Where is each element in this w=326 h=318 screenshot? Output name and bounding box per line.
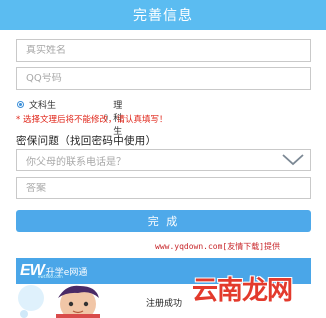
name-field[interactable] (16, 39, 311, 62)
radio-label: 文科生 (29, 100, 57, 111)
brand-watermark: 云南龙网 (192, 276, 293, 306)
selected-question: 你父母的联系电话是？ (26, 156, 126, 168)
registration-success: 注册成功 (146, 299, 183, 309)
watermark-url: www.yqdown.com[友情下载]提供 (155, 242, 281, 251)
page: 完善信息 文科生 理科生 * 选择文理后将不能修改，请认真填写！ 密保问题（找回… (0, 0, 326, 318)
qq-field[interactable] (16, 67, 311, 90)
logo-subtext: ewt360.com (38, 274, 63, 279)
submit-button[interactable]: 完 成 (16, 210, 311, 232)
name-input[interactable] (26, 45, 310, 56)
mascot-illustration (18, 285, 100, 318)
qq-input[interactable] (26, 73, 310, 84)
answer-field[interactable] (16, 177, 311, 199)
chevron-down-icon[interactable] (282, 154, 304, 166)
answer-input[interactable] (26, 182, 310, 194)
radio-liberal-arts[interactable]: 文科生 (17, 98, 56, 111)
header-bar: 完善信息 (0, 0, 326, 30)
radio-checked-icon[interactable] (17, 100, 24, 108)
subject-radio-group: 文科生 理科生 (17, 98, 122, 137)
security-question-select[interactable]: 你父母的联系电话是？ (16, 149, 311, 171)
page-title: 完善信息 (133, 8, 193, 24)
subject-warning: * 选择文理后将不能修改，请认真填写！ (16, 115, 168, 125)
security-question-label: 密保问题（找回密码中使用） (16, 135, 157, 147)
